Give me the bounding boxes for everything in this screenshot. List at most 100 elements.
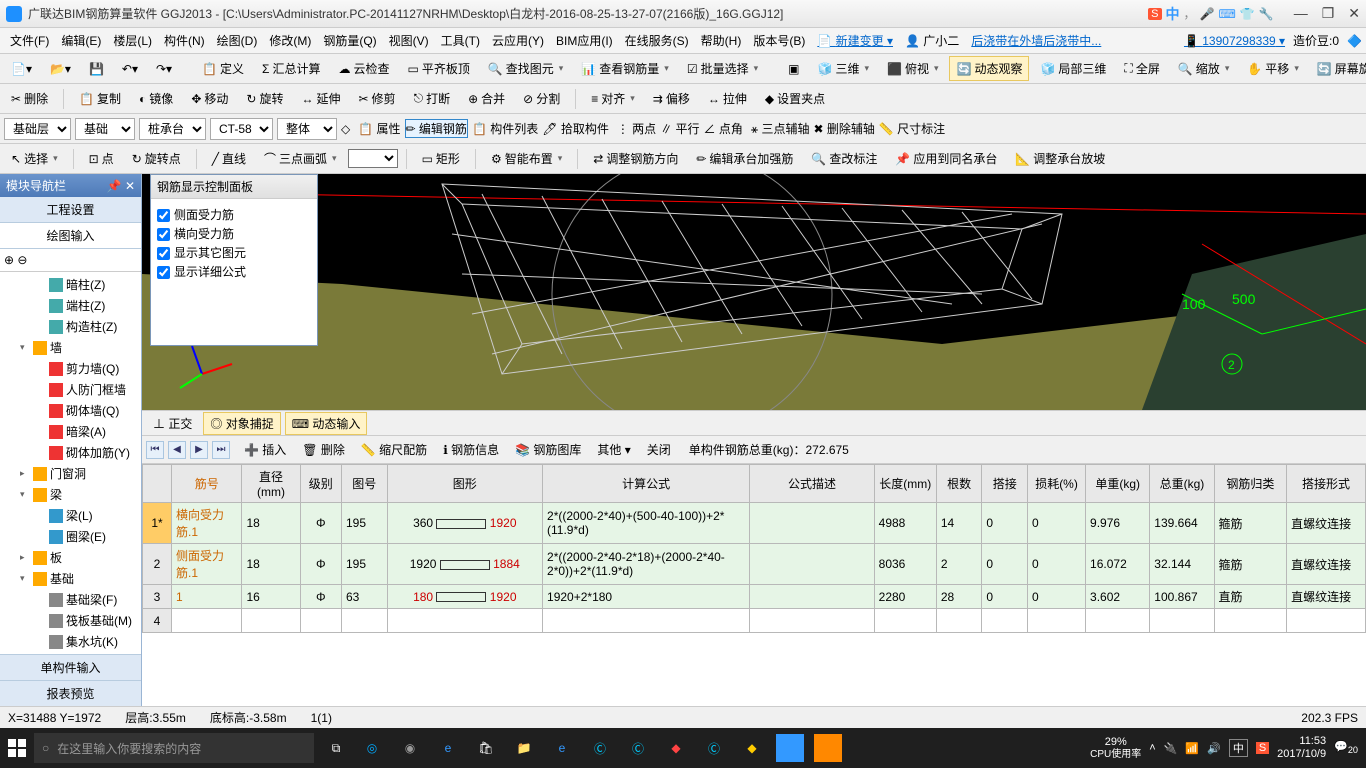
select-tool-button[interactable]: ↖ 选择 [4, 146, 65, 171]
point-tool-button[interactable]: ⊡ 点 [82, 146, 121, 171]
tree-item[interactable]: 暗梁(A) [0, 421, 141, 442]
menu-online[interactable]: 在线服务(S) [619, 29, 695, 52]
app-icon-c3[interactable]: Ⓒ [700, 734, 728, 762]
app-icon-c2[interactable]: Ⓒ [624, 734, 652, 762]
adjust-slope-button[interactable]: 📐 调整承台放坡 [1008, 146, 1112, 171]
grid-delete-button[interactable]: 🗑 删除 [296, 439, 351, 460]
find-button[interactable]: 🔍 查找图元 [481, 56, 571, 81]
grid-close-button[interactable]: 关闭 [641, 439, 677, 460]
split-button[interactable]: ⊘ 分割 [516, 86, 567, 111]
tree-item[interactable]: ▾梁 [0, 484, 141, 505]
app-icon-yellow[interactable]: ◆ [738, 734, 766, 762]
new-button[interactable]: 📄▾ [4, 58, 39, 80]
rebar-grid[interactable]: 筋号 直径(mm)级别图号 图形计算公式公式描述 长度(mm)根数搭接 损耗(%… [142, 464, 1366, 706]
menu-tool[interactable]: 工具(T) [435, 29, 486, 52]
two-point-button[interactable]: ⋮ 两点 [617, 120, 656, 137]
rect-button[interactable]: ▭ 矩形 [415, 146, 467, 171]
edit-jq-button[interactable]: ✏ 编辑承台加强筋 [689, 146, 800, 171]
tray-clock[interactable]: 11:532017/10/9 [1277, 735, 1326, 761]
pin-icon[interactable]: 📌 [107, 179, 122, 193]
draw-color[interactable] [348, 149, 398, 168]
menu-modify[interactable]: 修改(M) [263, 29, 317, 52]
pick-member-button[interactable]: 🖊 拾取构件 [542, 120, 609, 137]
tree-item[interactable]: 砌体加筋(Y) [0, 442, 141, 463]
cost-bean[interactable]: 造价豆:0 [1293, 32, 1339, 49]
sidebar-tab-single[interactable]: 单构件输入 [0, 654, 141, 680]
arc-button[interactable]: ⌒ 三点画弧 [257, 146, 344, 171]
3d-icon[interactable]: ▣ [781, 58, 806, 80]
menu-file[interactable]: 文件(F) [4, 29, 55, 52]
taskview-icon[interactable]: ⧉ [322, 734, 350, 762]
grid-scale-button[interactable]: 📏 缩尺配筋 [355, 439, 433, 460]
view-rebar-button[interactable]: 📊 查看钢筋量 [574, 56, 676, 81]
tray-sogou[interactable]: S [1256, 742, 1269, 754]
trim-button[interactable]: ✂ 修剪 [351, 86, 402, 111]
menu-view[interactable]: 视图(V) [383, 29, 435, 52]
rotate-button[interactable]: ↻ 旋转 [239, 86, 290, 111]
phone-link[interactable]: 📱 13907298339 ▾ [1184, 34, 1285, 48]
menu-member[interactable]: 构件(N) [158, 29, 211, 52]
define-button[interactable]: 📋 定义 [195, 56, 251, 81]
nav-first[interactable]: ⏮ [146, 441, 164, 459]
tree-item[interactable]: ▾墙 [0, 337, 141, 358]
app-icon-store[interactable]: 🛍 [472, 734, 500, 762]
close-button[interactable]: ✕ [1348, 5, 1360, 22]
rebar-display-panel[interactable]: 钢筋显示控制面板 侧面受力筋 横向受力筋 显示其它图元 显示详细公式 [150, 174, 318, 346]
undo-button[interactable]: ↶▾ [115, 58, 145, 80]
save-button[interactable]: 💾 [82, 58, 111, 80]
tree-item[interactable]: 梁(L) [0, 505, 141, 526]
move-button[interactable]: ✥ 移动 [184, 86, 235, 111]
opt-horiz-rebar[interactable]: 横向受力筋 [157, 224, 311, 243]
app-icon-2[interactable]: ◉ [396, 734, 424, 762]
tray-ime[interactable]: 中 [1229, 739, 1248, 757]
cpu-meter[interactable]: 29%CPU使用率 [1090, 736, 1141, 759]
expand-all-icon[interactable]: ⊕ [4, 253, 14, 267]
menu-edit[interactable]: 编辑(E) [55, 29, 107, 52]
start-button[interactable] [8, 739, 26, 757]
viewport-3d[interactable]: 100 500 2 [142, 174, 1366, 410]
opt-show-other[interactable]: 显示其它图元 [157, 243, 311, 262]
grid-other-button[interactable]: 其他 ▾ [591, 439, 636, 460]
fullscreen-button[interactable]: ⛶ 全屏 [1117, 56, 1166, 81]
collapse-all-icon[interactable]: ⊖ [17, 253, 27, 267]
tray-volume-icon[interactable]: 🔊 [1207, 742, 1221, 755]
table-row[interactable]: 4 [143, 609, 1366, 633]
snap-button[interactable]: ◎ 对象捕捉 [203, 412, 280, 435]
app-icon-orange[interactable] [814, 734, 842, 762]
batch-select-button[interactable]: ☑ 批量选择 [680, 56, 765, 81]
zoom-button[interactable]: 🔍 缩放 [1171, 56, 1237, 81]
tree-item[interactable]: 剪力墙(Q) [0, 358, 141, 379]
dynamic-observe-button[interactable]: 🔄 动态观察 [949, 56, 1029, 81]
line-button[interactable]: ╱ 直线 [205, 146, 253, 171]
app-icon-ie[interactable]: e [548, 734, 576, 762]
break-button[interactable]: ⎋ 打断 [407, 86, 458, 111]
screen-rotate-button[interactable]: 🔄 屏幕旋转 [1310, 56, 1366, 81]
menu-floor[interactable]: 楼层(L) [107, 29, 158, 52]
tree-item[interactable]: 集水坑(K) [0, 631, 141, 652]
delete-button[interactable]: ✂ 删除 [4, 86, 55, 111]
nav-last[interactable]: ⏭ [212, 441, 230, 459]
app-icon-1[interactable]: ◎ [358, 734, 386, 762]
tree-item[interactable]: 砌体墙(Q) [0, 400, 141, 421]
tree-item[interactable]: 圈梁(E) [0, 526, 141, 547]
mirror-button[interactable]: ◐ 镜像 [132, 86, 180, 111]
minimize-button[interactable]: — [1294, 5, 1308, 22]
sidebar-tab-engineering[interactable]: 工程设置 [0, 197, 141, 223]
app-icon-c1[interactable]: Ⓒ [586, 734, 614, 762]
grid-lib-button[interactable]: 📚 钢筋图库 [509, 439, 587, 460]
tree-item[interactable]: ▾基础 [0, 568, 141, 589]
grid-info-button[interactable]: ℹ 钢筋信息 [437, 439, 505, 460]
open-button[interactable]: 📂▾ [43, 58, 78, 80]
menu-version[interactable]: 版本号(B) [747, 29, 811, 52]
opt-show-detail[interactable]: 显示详细公式 [157, 262, 311, 281]
tree-item[interactable]: 基础梁(F) [0, 589, 141, 610]
table-row[interactable]: 3 116Φ63 180 19201920+2*180 22802800 3.6… [143, 585, 1366, 609]
adjust-dir-button[interactable]: ⇄ 调整钢筋方向 [586, 146, 685, 171]
sidebar-tab-draw[interactable]: 绘图输入 [0, 223, 141, 249]
merge-button[interactable]: ⊕ 合并 [461, 86, 512, 111]
app-icon-edge[interactable]: e [434, 734, 462, 762]
tree-item[interactable]: 构造柱(Z) [0, 316, 141, 337]
smart-layout-button[interactable]: ⚙ 智能布置 [484, 146, 569, 171]
app-icon-red[interactable]: ◆ [662, 734, 690, 762]
3d-button[interactable]: 🧊 三维 [810, 56, 876, 81]
